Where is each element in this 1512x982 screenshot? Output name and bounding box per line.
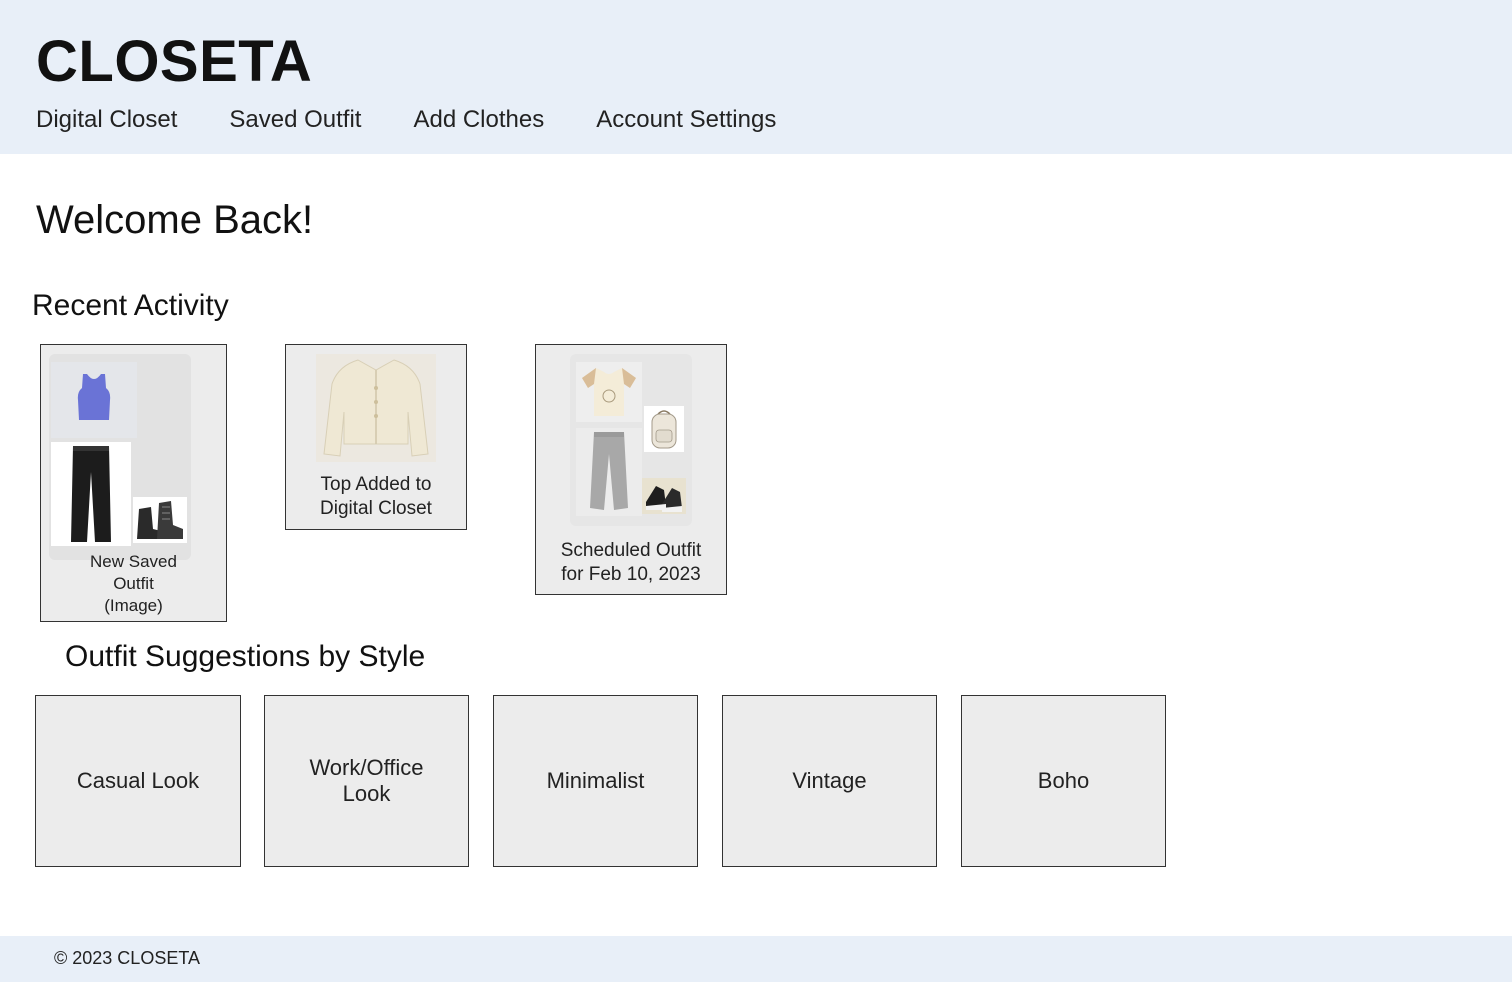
jeans-icon bbox=[51, 442, 131, 546]
style-card-vintage[interactable]: Vintage bbox=[722, 695, 937, 867]
recent-card-top-added[interactable]: Top Added to Digital Closet bbox=[285, 344, 467, 530]
style-card-label: Boho bbox=[1037, 768, 1090, 793]
style-card-casual[interactable]: Casual Look bbox=[35, 695, 241, 867]
outfit-suggestions-heading: Outfit Suggestions by Style bbox=[65, 640, 426, 673]
joggers-icon bbox=[576, 428, 642, 516]
style-card-work-office[interactable]: Work/Office Look bbox=[264, 695, 469, 867]
tank-top-icon bbox=[51, 362, 137, 438]
nav-digital-closet[interactable]: Digital Closet bbox=[36, 104, 177, 136]
nav-add-clothes[interactable]: Add Clothes bbox=[413, 104, 544, 136]
recent-card-saved-outfit[interactable]: New Saved Outfit (Image) bbox=[40, 344, 227, 622]
welcome-heading: Welcome Back! bbox=[36, 198, 314, 242]
recent-card-caption: Scheduled Outfit for Feb 10, 2023 bbox=[560, 540, 702, 585]
style-card-minimalist[interactable]: Minimalist bbox=[493, 695, 698, 867]
footer: © 2023 CLOSETA bbox=[0, 936, 1512, 982]
nav-account-settings[interactable]: Account Settings bbox=[596, 104, 776, 136]
tshirt-icon bbox=[576, 362, 642, 422]
backpack-icon bbox=[644, 406, 684, 452]
style-card-label: Casual Look bbox=[76, 768, 200, 793]
main-nav: Digital Closet Saved Outfit Add Clothes … bbox=[36, 104, 828, 136]
footer-copyright: © 2023 CLOSETA bbox=[54, 948, 200, 968]
recent-card-caption: New Saved Outfit (Image) bbox=[90, 552, 177, 615]
brand-logo[interactable]: CLOSETA bbox=[36, 30, 312, 94]
header: CLOSETA Digital Closet Saved Outfit Add … bbox=[0, 0, 1512, 154]
sneakers-icon bbox=[642, 478, 686, 514]
nav-saved-outfit[interactable]: Saved Outfit bbox=[229, 104, 361, 136]
style-card-label: Minimalist bbox=[546, 768, 645, 793]
boots-icon bbox=[133, 497, 187, 543]
cardigan-icon bbox=[316, 354, 436, 462]
style-card-label: Work/Office Look bbox=[309, 755, 424, 806]
style-card-label: Vintage bbox=[792, 768, 867, 793]
recent-card-scheduled-outfit[interactable]: Scheduled Outfit for Feb 10, 2023 bbox=[535, 344, 727, 595]
style-card-boho[interactable]: Boho bbox=[961, 695, 1166, 867]
recent-card-caption: Top Added to Digital Closet bbox=[320, 474, 432, 519]
recent-activity-heading: Recent Activity bbox=[32, 289, 229, 322]
